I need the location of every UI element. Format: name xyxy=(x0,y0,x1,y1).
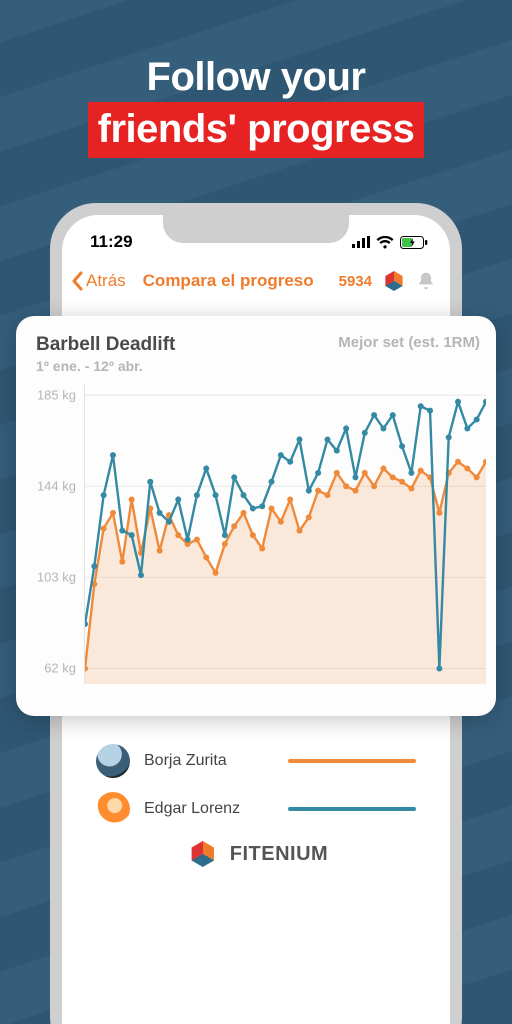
brand-logo-icon xyxy=(190,841,216,867)
cellular-icon xyxy=(352,236,370,248)
y-tick-label: 185 kg xyxy=(37,388,76,403)
metric-label[interactable]: Mejor set (est. 1RM) xyxy=(338,334,480,351)
bell-icon[interactable] xyxy=(416,271,436,291)
avatar xyxy=(96,744,130,778)
battery-charging-icon xyxy=(400,236,428,249)
legend-row-user2[interactable]: Edgar Lorenz xyxy=(96,792,416,826)
brand-name: FITENIUM xyxy=(230,843,328,866)
brand-footer: FITENIUM xyxy=(62,841,450,867)
avatar xyxy=(96,792,130,826)
date-range: 1º ene. - 12º abr. xyxy=(30,356,486,374)
y-tick-label: 103 kg xyxy=(37,570,76,585)
plot-area xyxy=(84,384,486,684)
legend-name: Edgar Lorenz xyxy=(144,800,274,818)
legend-row-user1[interactable]: Borja Zurita xyxy=(96,744,416,778)
marketing-headline: Follow your friends' progress xyxy=(0,52,512,158)
headline-highlight: friends' progress xyxy=(88,102,425,158)
chart[interactable]: 62 kg 103 kg 144 kg 185 kg xyxy=(30,384,486,684)
wifi-icon xyxy=(376,236,394,249)
back-label: Atrás xyxy=(86,271,126,291)
points-count[interactable]: 5934 xyxy=(339,273,372,290)
chart-card: Barbell Deadlift Mejor set (est. 1RM) 1º… xyxy=(16,316,496,716)
legend-name: Borja Zurita xyxy=(144,752,274,770)
app-logo-icon[interactable] xyxy=(384,271,404,291)
nav-title: Compara el progreso xyxy=(124,271,333,291)
y-tick-label: 62 kg xyxy=(44,661,76,676)
status-icons xyxy=(352,236,428,249)
status-time: 11:29 xyxy=(90,232,133,252)
legend: Borja Zurita Edgar Lorenz xyxy=(62,744,450,840)
phone-notch xyxy=(163,215,349,243)
nav-bar: Atrás Compara el progreso 5934 xyxy=(62,257,450,301)
y-tick-label: 144 kg xyxy=(37,479,76,494)
y-axis-labels: 62 kg 103 kg 144 kg 185 kg xyxy=(30,384,80,684)
exercise-title: Barbell Deadlift xyxy=(36,334,175,356)
legend-swatch-teal xyxy=(288,807,416,811)
back-button[interactable]: Atrás xyxy=(70,271,126,291)
legend-swatch-orange xyxy=(288,759,416,763)
headline-line1: Follow your xyxy=(0,52,512,102)
chevron-left-icon xyxy=(70,271,84,291)
